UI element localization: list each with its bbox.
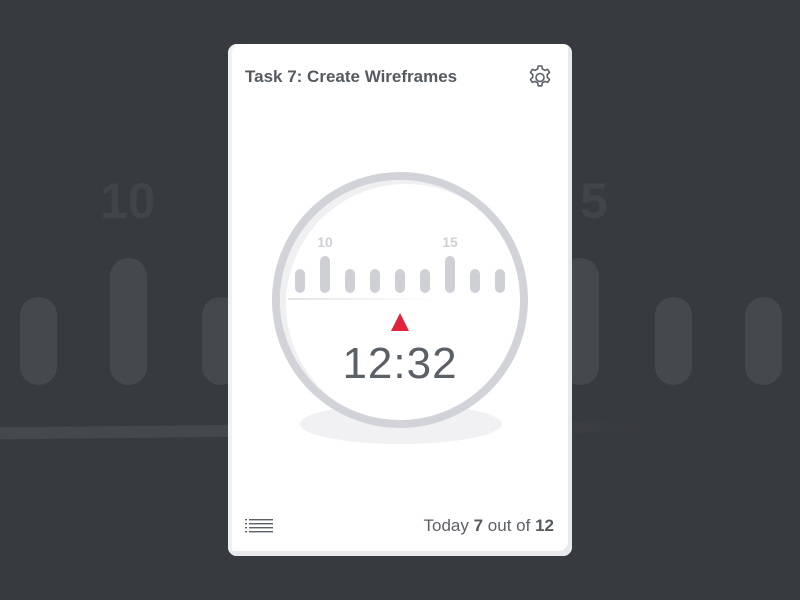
scale-tick [495, 269, 505, 293]
scale-baseline [288, 298, 438, 300]
timer-time: 12:32 [342, 339, 458, 388]
background-tick [110, 258, 147, 385]
background-label: 5 [580, 173, 608, 229]
daily-progress: Today 7 out of 12 [423, 516, 554, 536]
scale-label: 15 [442, 234, 458, 250]
scale-tick [370, 269, 380, 293]
list-icon[interactable] [245, 518, 274, 534]
background-label: 10 [100, 173, 156, 229]
task-title: Task 7: Create Wireframes [245, 67, 458, 86]
background-tick [745, 297, 782, 385]
triangle-up-icon [391, 313, 409, 331]
progress-current: 7 [473, 516, 484, 535]
scale-tick [420, 269, 430, 293]
scale-tick [320, 256, 330, 293]
scale-tick [445, 256, 455, 293]
scale-label: 10 [317, 234, 333, 250]
scale-tick [395, 269, 405, 293]
gear-icon[interactable] [526, 63, 554, 91]
progress-middle: out of [487, 516, 531, 535]
timer-dial: 10 15 12:32 [272, 172, 528, 428]
background-tick [20, 297, 57, 385]
background-tick [655, 297, 692, 385]
scale-tick [345, 269, 355, 293]
progress-total: 12 [535, 516, 554, 535]
progress-prefix: Today [423, 516, 469, 535]
scale-tick [295, 269, 305, 293]
timer-card: Task 7: Create Wireframes 10 15 12:32 To… [228, 44, 572, 556]
scale-tick [470, 269, 480, 293]
